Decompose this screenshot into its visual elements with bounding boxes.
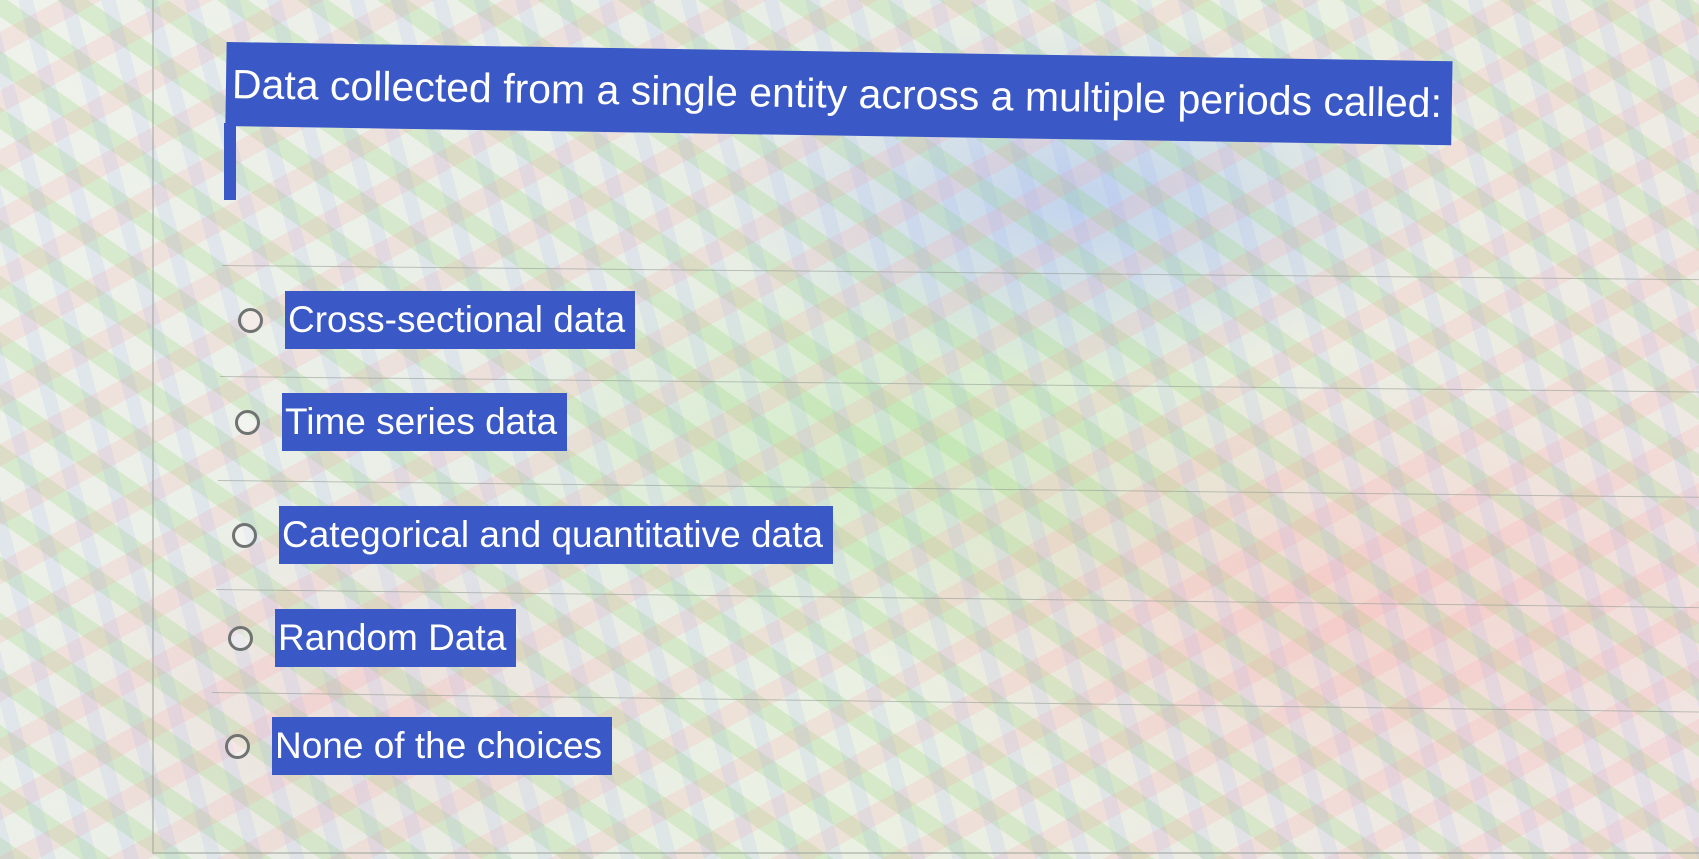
- radio-unselected-icon[interactable]: [238, 307, 263, 333]
- option-label[interactable]: None of the choices: [272, 717, 613, 775]
- option-label[interactable]: Time series data: [282, 393, 568, 451]
- option-label[interactable]: Random Data: [275, 609, 517, 667]
- radio-unselected-icon[interactable]: [228, 625, 253, 651]
- answer-option-random[interactable]: Random Data: [228, 609, 517, 667]
- radio-unselected-icon[interactable]: [225, 733, 250, 759]
- text-cursor: [224, 123, 236, 200]
- answer-option-cross-sectional[interactable]: Cross-sectional data: [238, 291, 636, 349]
- answer-option-categorical-quantitative[interactable]: Categorical and quantitative data: [232, 506, 833, 564]
- radio-unselected-icon[interactable]: [232, 522, 257, 548]
- option-label[interactable]: Categorical and quantitative data: [279, 506, 833, 564]
- answer-option-none[interactable]: None of the choices: [225, 717, 613, 775]
- option-label[interactable]: Cross-sectional data: [285, 291, 636, 349]
- answer-option-time-series[interactable]: Time series data: [235, 393, 568, 451]
- radio-unselected-icon[interactable]: [235, 409, 260, 435]
